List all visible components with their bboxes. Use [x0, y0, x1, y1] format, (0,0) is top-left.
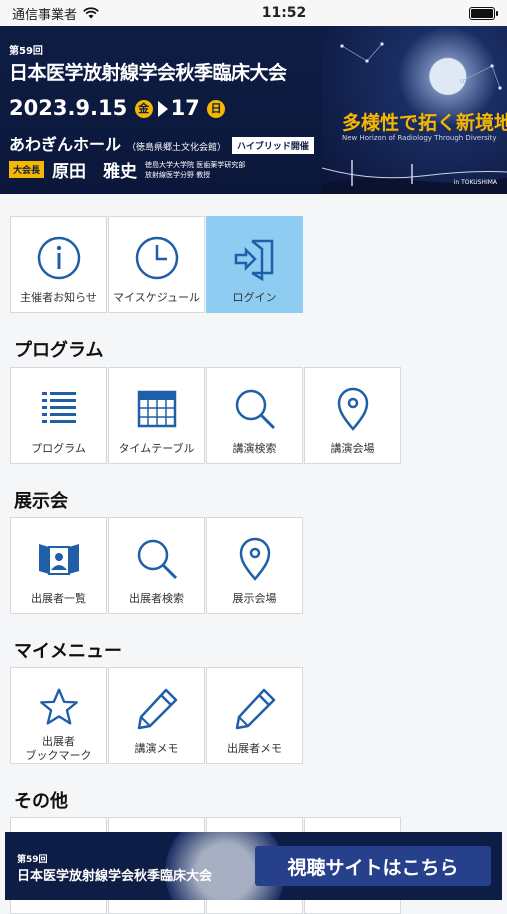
tile-lecture-search[interactable]: 講演検索: [206, 367, 303, 464]
status-bar: 通信事業者 11:52: [0, 0, 507, 26]
search-icon: [235, 389, 275, 430]
day-end-badge: 日: [207, 100, 226, 118]
tile-label: 主催者お知らせ: [20, 291, 97, 304]
map-pin-icon: [239, 537, 270, 581]
clock-icon: [135, 236, 178, 280]
clock-time: 11:52: [261, 5, 307, 21]
banner-slogan: 多様性で拓く新境地: [342, 112, 507, 134]
list-icon: [41, 392, 76, 423]
pencil-icon: [137, 688, 177, 730]
tile-label: タイムテーブル: [118, 442, 195, 455]
tile-label: 展示会場: [232, 592, 277, 605]
battery-icon: [469, 6, 498, 20]
tile-label: 出展者 ブックマーク: [25, 735, 92, 762]
section-title-program: プログラム: [14, 340, 104, 361]
footer-title: 日本医学放射線学会秋季臨床大会: [17, 869, 213, 884]
banner-info: 第59回 日本医学放射線学会秋季臨床大会 2023.9.15 金 17 日 あわぎ…: [0, 26, 322, 194]
chair-affiliation: 徳島大学大学院 医歯薬学研究部 放射線医学分野 教授: [145, 160, 245, 180]
tile-exhibitor-search[interactable]: 出展者検索: [108, 517, 205, 614]
venue-sub: （徳島県郷土文化会館）: [127, 143, 227, 153]
banner-edition: 第59回: [9, 46, 43, 57]
banner-date: 2023.9.15 金 17 日: [9, 96, 226, 120]
tile-label: 出展者メモ: [227, 742, 282, 755]
login-icon: [234, 239, 273, 281]
banner-title: 日本医学放射線学会秋季臨床大会: [9, 62, 287, 84]
tile-login[interactable]: ログイン: [206, 216, 303, 313]
banner-chair: 大会長 原田 雅史 徳島大学大学院 医歯薬学研究部 放射線医学分野 教授: [9, 157, 245, 182]
hybrid-badge: ハイブリッド開催: [232, 137, 314, 154]
section-title-exhibit: 展示会: [14, 491, 68, 512]
tile-timetable[interactable]: タイムテーブル: [108, 367, 205, 464]
search-icon: [137, 539, 177, 580]
tile-lecture-venue[interactable]: 講演会場: [304, 367, 401, 464]
date-start: 2023.9.15: [9, 96, 128, 120]
tile-label: 講演メモ: [134, 742, 179, 755]
tile-label: プログラム: [31, 442, 86, 455]
tile-exhibitor-memo[interactable]: 出展者メモ: [206, 667, 303, 764]
banner-slogan-en: New Horizon of Radiology Through Diversi…: [342, 134, 497, 142]
viewing-site-banner[interactable]: 第59回 日本医学放射線学会秋季臨床大会 視聴サイトはこちら: [5, 832, 502, 900]
tile-label: ログイン: [232, 291, 277, 304]
tile-label: マイスケジュール: [113, 291, 200, 304]
tile-label: 講演会場: [330, 442, 375, 455]
date-end: 17: [170, 96, 200, 120]
exhibitor-icon: [38, 544, 79, 575]
tile-exhibitor-bookmark[interactable]: 出展者 ブックマーク: [10, 667, 107, 764]
day-start-badge: 金: [134, 100, 153, 118]
conference-banner[interactable]: 第59回 日本医学放射線学会秋季臨床大会 2023.9.15 金 17 日 あわぎ…: [0, 26, 507, 194]
exhibit-menu: 出展者一覧 出展者検索 展示会場: [10, 517, 402, 614]
constellation-graphic: [340, 42, 502, 90]
info-icon: [37, 236, 80, 280]
arrow-right-icon: [157, 101, 168, 117]
chair-aff-line-1: 徳島大学大学院 医歯薬学研究部: [145, 160, 246, 169]
top-menu: 主催者お知らせ マイスケジュール ログイン: [10, 216, 402, 313]
section-title-mymenu: マイメニュー: [14, 641, 122, 662]
tile-notices[interactable]: 主催者お知らせ: [10, 216, 107, 313]
viewing-site-button[interactable]: 視聴サイトはこちら: [255, 846, 491, 886]
tile-exhibitor-list[interactable]: 出展者一覧: [10, 517, 107, 614]
tile-label: 講演検索: [232, 442, 277, 455]
chair-tag: 大会長: [9, 161, 45, 178]
tile-my-schedule[interactable]: マイスケジュール: [108, 216, 205, 313]
tile-label: 出展者一覧: [31, 592, 86, 605]
bridge-graphic: [322, 160, 507, 194]
chair-name: 原田 雅史: [52, 162, 138, 182]
section-title-other: その他: [14, 791, 68, 812]
venue-name: あわぎんホール: [9, 135, 122, 154]
banner-venue: あわぎんホール （徳島県郷土文化会館） ハイブリッド開催: [9, 131, 314, 155]
carrier-label: 通信事業者: [12, 7, 78, 23]
mymenu-menu: 出展者 ブックマーク 講演メモ 出展者メモ: [10, 667, 402, 764]
footer-edition: 第59回: [17, 855, 48, 865]
wifi-icon: [83, 7, 99, 19]
tile-label: 出展者検索: [129, 592, 184, 605]
banner-art: 多様性で拓く新境地 New Horizon of Radiology Throu…: [322, 26, 507, 194]
star-icon: [39, 688, 78, 725]
tile-lecture-memo[interactable]: 講演メモ: [108, 667, 205, 764]
tile-exhibit-venue[interactable]: 展示会場: [206, 517, 303, 614]
calendar-icon: [137, 390, 176, 428]
tile-program[interactable]: プログラム: [10, 367, 107, 464]
pencil-icon: [235, 688, 275, 730]
map-pin-icon: [337, 387, 368, 431]
chair-aff-line-2: 放射線医学分野 教授: [145, 170, 211, 179]
program-menu: プログラム タイムテーブル 講演検索 講演会場: [10, 367, 402, 464]
banner-location: in TOKUSHIMA: [453, 179, 497, 186]
